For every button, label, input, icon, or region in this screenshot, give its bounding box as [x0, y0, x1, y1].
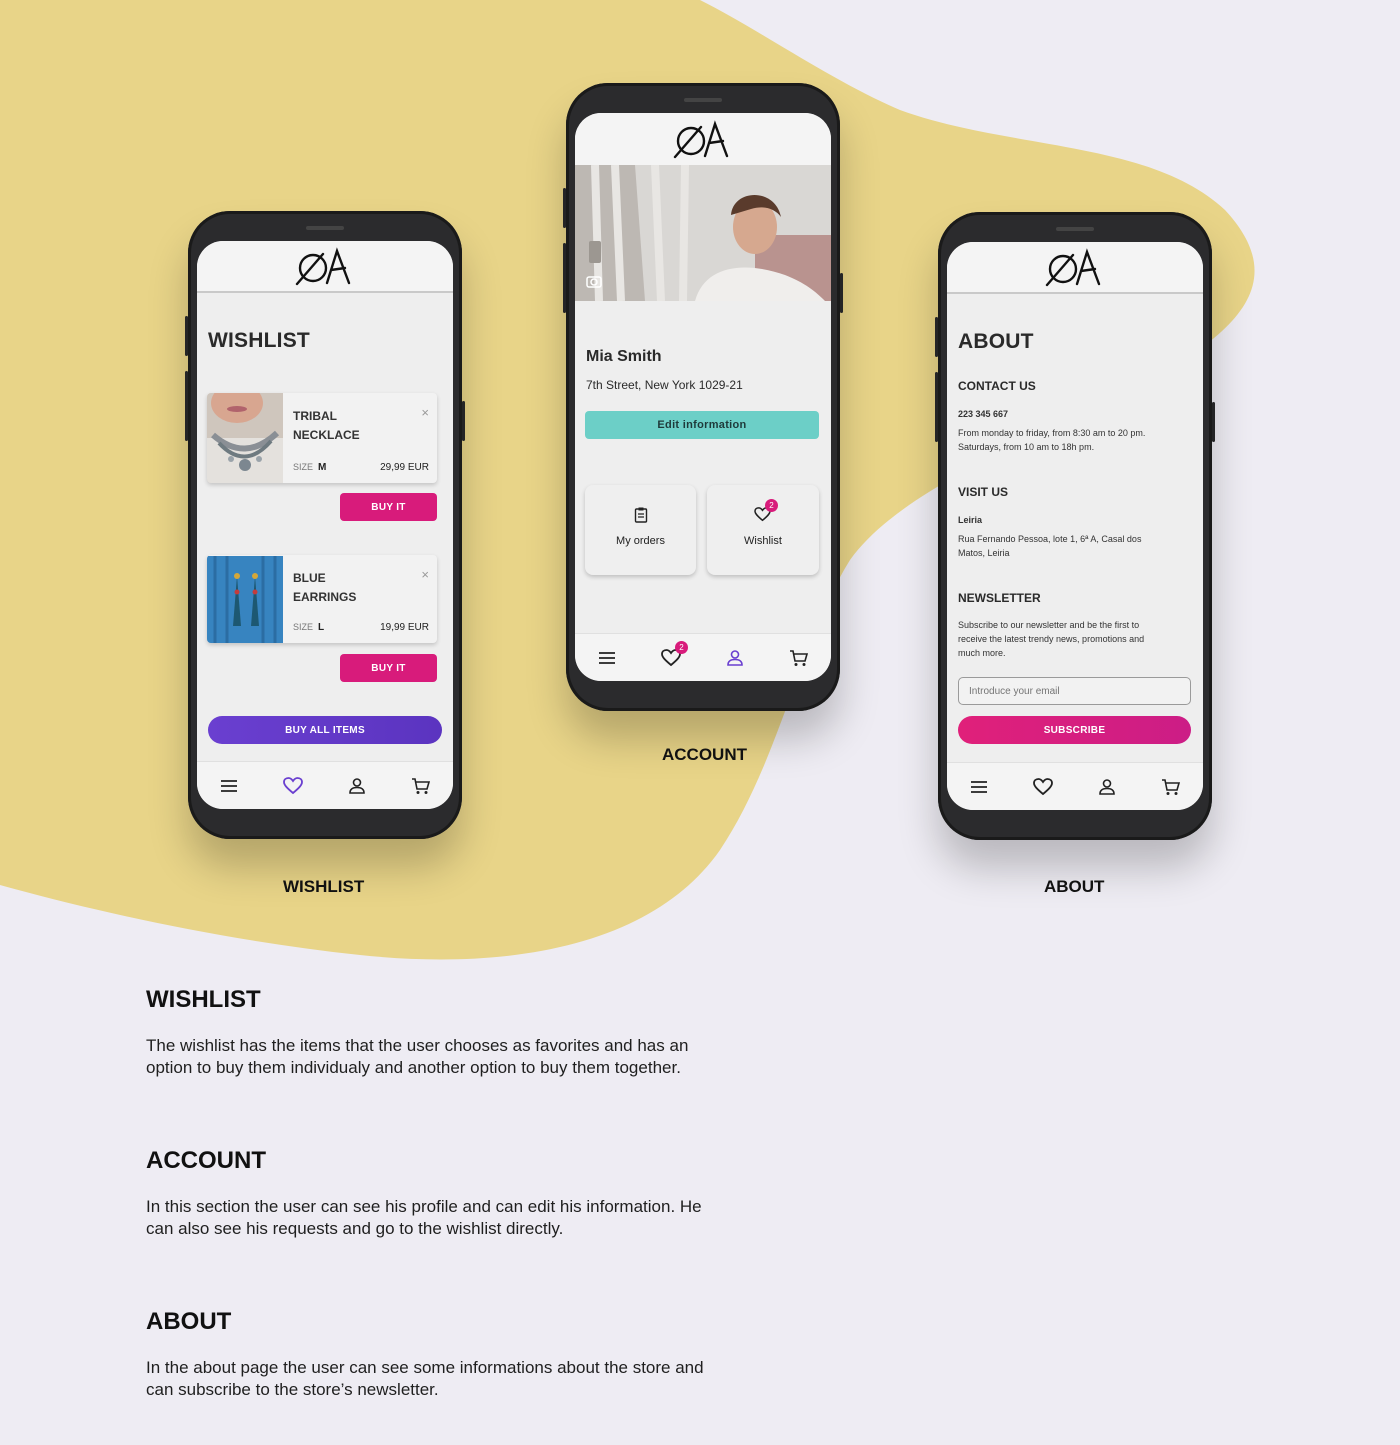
product-name: BLUE EARRINGS — [293, 571, 357, 604]
wishlist-caption: WISHLIST — [283, 877, 365, 896]
buy-it-button[interactable]: BUY IT — [340, 493, 437, 521]
app-header — [947, 242, 1203, 294]
clipboard-icon — [634, 507, 648, 523]
user-name: Mia Smith — [586, 348, 662, 365]
section-text-account: In this section the user can see his pro… — [146, 1197, 702, 1238]
heart-icon[interactable]: 2 — [660, 640, 688, 669]
section-title-about: ABOUT — [146, 1308, 232, 1335]
about-phone: ABOUT CONTACT US 223 345 667 From monday… — [935, 212, 1215, 840]
heart-icon[interactable] — [1032, 776, 1054, 798]
buy-it-button[interactable]: BUY IT — [340, 654, 437, 682]
bottom-nav — [947, 762, 1203, 810]
newsletter-description: Subscribe to our newsletter and be the f… — [958, 620, 1145, 658]
section-title-account: ACCOUNT — [146, 1147, 266, 1174]
speaker — [306, 226, 344, 230]
wishlist-card[interactable]: 2 Wishlist — [707, 485, 819, 575]
app-header — [575, 113, 831, 165]
product-price: 19,99 EUR — [380, 622, 429, 633]
menu-icon[interactable] — [968, 776, 990, 798]
cart-icon[interactable] — [410, 775, 432, 797]
edit-information-button[interactable]: Edit information — [585, 411, 819, 439]
product-price: 29,99 EUR — [380, 462, 429, 473]
product-name: TRIBAL NECKLACE — [293, 409, 360, 442]
email-input[interactable] — [958, 677, 1191, 705]
product-size: SIZE L — [293, 622, 325, 633]
bottom-nav: 2 — [575, 633, 831, 681]
section-text-wishlist: The wishlist has the items that the user… — [146, 1036, 689, 1077]
about-caption: ABOUT — [1044, 877, 1105, 896]
account-phone: Mia Smith 7th Street, New York 1029-21 E… — [563, 83, 843, 711]
cart-icon[interactable] — [788, 647, 810, 669]
wishlist-item[interactable]: BLUE EARRINGS × SIZE L 19,99 EUR — [207, 555, 437, 643]
speaker — [1056, 227, 1094, 231]
user-icon[interactable] — [346, 775, 368, 797]
remove-item-close-icon[interactable]: × — [421, 405, 429, 420]
oa-logo-icon — [1045, 248, 1101, 287]
wishlist-label: Wishlist — [744, 535, 782, 547]
visit-us-heading: VISIT US — [958, 485, 1009, 499]
profile-cover-photo — [575, 165, 831, 301]
heart-icon[interactable] — [282, 775, 304, 797]
about-screen: ABOUT CONTACT US 223 345 667 From monday… — [947, 242, 1203, 810]
wishlist-phone: WISHLIST TRIBAL NECKLACE × SIZE M 29,99 EU… — [185, 211, 465, 839]
my-orders-card[interactable]: My orders — [585, 485, 696, 575]
bottom-nav — [197, 761, 453, 809]
speaker — [684, 98, 722, 102]
wishlist-screen: WISHLIST TRIBAL NECKLACE × SIZE M 29,99 EU… — [197, 241, 453, 809]
user-address: 7th Street, New York 1029-21 — [586, 378, 743, 392]
my-orders-label: My orders — [616, 535, 665, 547]
wishlist-count-badge: 2 — [765, 499, 778, 512]
store-city: Leiria — [958, 515, 983, 525]
opening-hours: From monday to friday, from 8:30 am to 2… — [958, 428, 1146, 452]
section-title-wishlist: WISHLIST — [146, 986, 261, 1013]
menu-icon[interactable] — [596, 647, 618, 669]
account-screen: Mia Smith 7th Street, New York 1029-21 E… — [575, 113, 831, 681]
oa-logo-icon — [673, 120, 729, 159]
cart-icon[interactable] — [1160, 776, 1182, 798]
section-text-about: In the about page the user can see some … — [146, 1358, 704, 1399]
buy-all-items-button[interactable]: BUY ALL ITEMS — [208, 716, 442, 744]
newsletter-heading: NEWSLETTER — [958, 591, 1041, 605]
wishlist-item[interactable]: TRIBAL NECKLACE × SIZE M 29,99 EUR — [207, 393, 437, 483]
phone-number: 223 345 667 — [958, 409, 1009, 419]
store-address: Rua Fernando Pessoa, lote 1, 6ª A, Casal… — [958, 534, 1142, 558]
product-size: SIZE M — [293, 462, 327, 473]
nav-wishlist-badge: 2 — [675, 640, 688, 654]
user-icon[interactable] — [724, 647, 746, 669]
page-title: WISHLIST — [208, 329, 310, 352]
account-caption: ACCOUNT — [662, 745, 747, 764]
earrings-photo — [207, 556, 283, 643]
menu-icon[interactable] — [218, 775, 240, 797]
page-title: ABOUT — [958, 330, 1034, 353]
contact-us-heading: CONTACT US — [958, 379, 1036, 393]
remove-item-close-icon[interactable]: × — [421, 567, 429, 582]
app-header — [197, 241, 453, 293]
oa-logo-icon — [295, 247, 351, 286]
subscribe-button[interactable]: SUBSCRIBE — [958, 716, 1191, 744]
necklace-photo — [207, 393, 283, 483]
user-icon[interactable] — [1096, 776, 1118, 798]
